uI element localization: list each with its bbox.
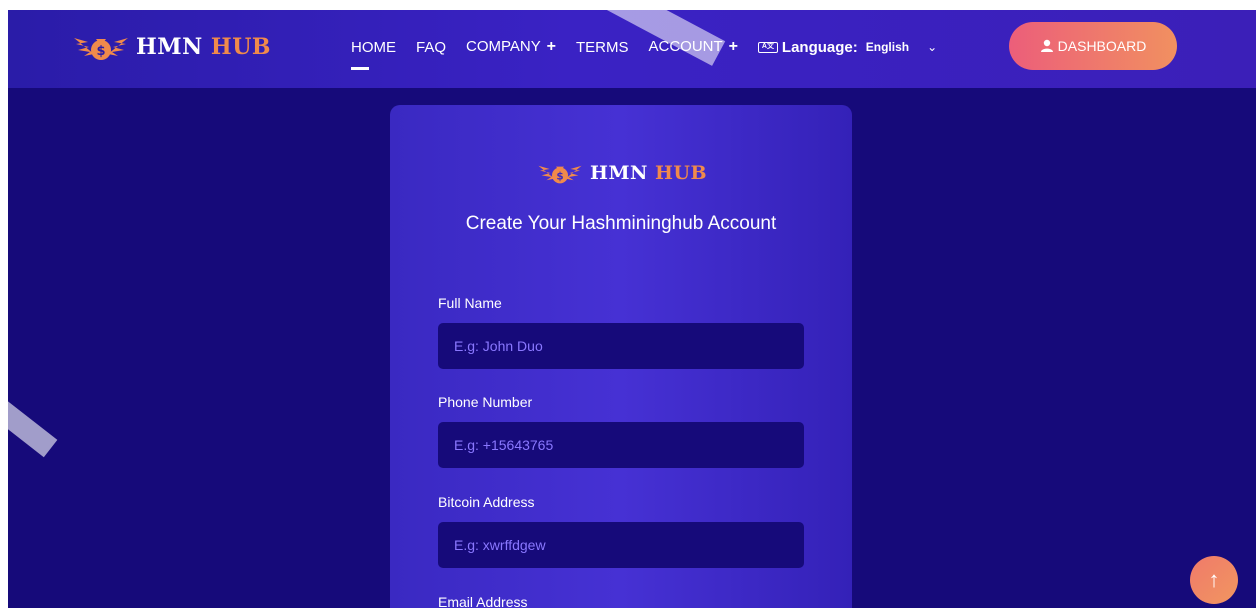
full-name-label: Full Name <box>438 295 502 311</box>
brand-name-white: HMN <box>590 162 648 184</box>
nav-item-home-label: HOME <box>351 38 396 56</box>
arrow-up-icon: ↑ <box>1208 567 1220 592</box>
brand-name-white: HMN <box>136 34 203 60</box>
dashboard-button[interactable]: DASHBOARD <box>1009 22 1177 70</box>
nav-item-home[interactable]: HOME <box>351 38 396 70</box>
svg-text:$: $ <box>556 170 563 182</box>
email-address-label: Email Address <box>438 594 528 608</box>
nav-item-terms[interactable]: TERMS <box>576 39 629 56</box>
nav-menu: HOME FAQ COMPANY + TERMS ACCOUNT + A文 La… <box>351 38 938 70</box>
nav-item-company[interactable]: COMPANY + <box>466 38 556 56</box>
full-name-input[interactable] <box>438 323 804 369</box>
nav-item-terms-label: TERMS <box>576 38 629 56</box>
watermark-stripe <box>8 396 58 458</box>
phone-number-input[interactable] <box>438 422 804 468</box>
card-brand-logo: $ HMN HUB <box>536 161 707 185</box>
brand-name: HMN HUB <box>136 34 271 60</box>
signup-card: $ HMN HUB Create Your Hashmininghub Acco… <box>390 105 852 608</box>
brand-logo[interactable]: $ HMN HUB <box>72 32 271 62</box>
scroll-to-top-button[interactable]: ↑ <box>1190 556 1238 604</box>
language-selector[interactable]: A文 Language: English ⌄ <box>757 38 938 56</box>
nav-item-faq[interactable]: FAQ <box>416 39 446 56</box>
plus-icon: + <box>546 38 556 55</box>
money-bag-wings-logo-icon: $ <box>538 165 582 184</box>
language-value: English <box>865 40 910 54</box>
bitcoin-address-label: Bitcoin Address <box>438 494 535 510</box>
chevron-down-icon: ⌄ <box>927 40 938 54</box>
nav-item-faq-label: FAQ <box>416 38 447 56</box>
language-icon: A文 <box>757 41 778 53</box>
card-brand-name: HMN HUB <box>590 162 707 184</box>
language-label: Language: <box>781 38 858 56</box>
brand-name-orange: HUB <box>654 162 708 184</box>
bitcoin-address-input[interactable] <box>438 522 804 568</box>
form-title: Create Your Hashmininghub Account <box>465 213 777 234</box>
page-background: $ HMN HUB HOME FAQ COMPANY + TERMS ACCOU… <box>8 10 1256 608</box>
nav-item-company-label: COMPANY <box>466 38 541 55</box>
dashboard-button-label: DASHBOARD <box>1057 38 1147 54</box>
brand-name-orange: HUB <box>210 34 271 60</box>
user-icon <box>1040 39 1053 52</box>
phone-number-label: Phone Number <box>438 394 533 410</box>
svg-text:$: $ <box>96 44 105 59</box>
plus-icon: + <box>728 38 738 55</box>
money-bag-wings-logo-icon: $ <box>74 38 128 60</box>
